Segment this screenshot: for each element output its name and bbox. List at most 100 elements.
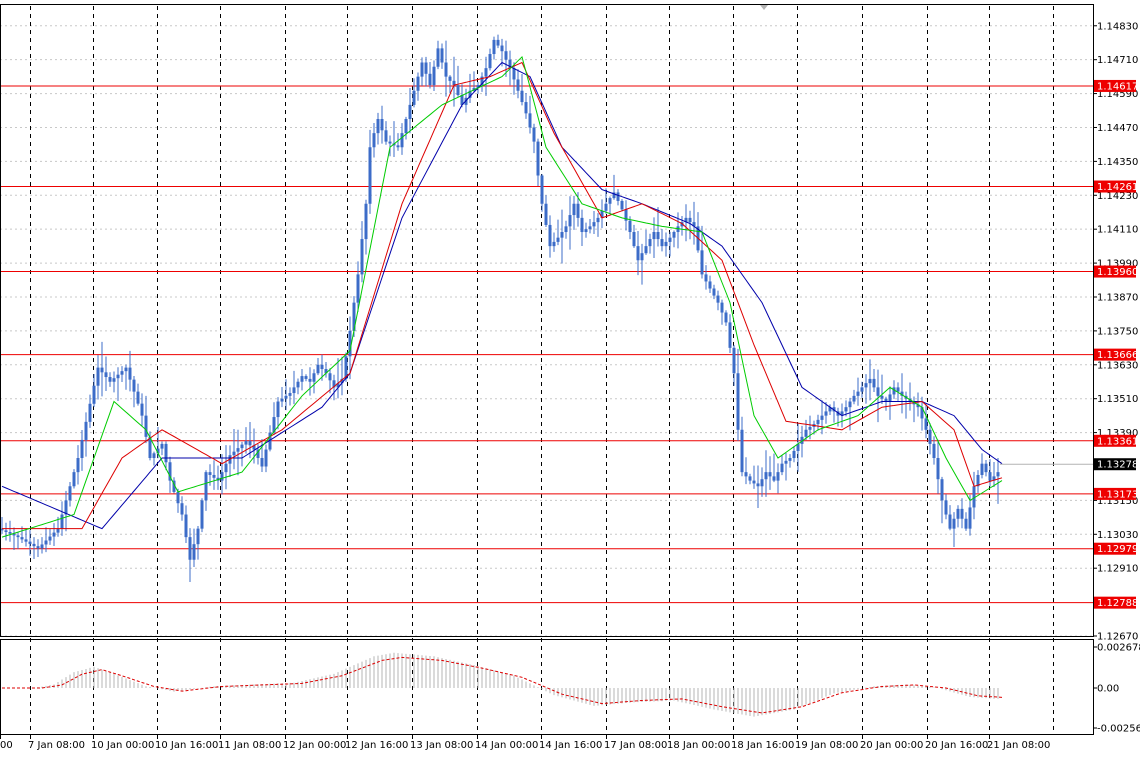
price-bar-body: [672, 232, 676, 238]
price-bar-body: [220, 472, 224, 481]
price-bar-body: [764, 472, 768, 480]
price-bar-body: [120, 371, 124, 375]
price-bar-body: [16, 535, 20, 538]
price-bar-body: [896, 387, 900, 392]
price-tick-label: 1.13030: [1097, 530, 1138, 541]
price-bar-body: [368, 147, 372, 204]
price-bar-body: [700, 250, 704, 275]
price-bar-body: [64, 500, 68, 515]
price-bar-body: [932, 443, 936, 459]
price-bar-body: [808, 426, 812, 430]
price-bar-body: [712, 288, 716, 296]
price-bar-body: [740, 429, 744, 473]
price-bar-body: [280, 398, 284, 402]
price-bar-body: [196, 528, 200, 545]
level-price-label: 1.14617: [1097, 81, 1138, 92]
price-bar-body: [284, 395, 288, 399]
price-bar-body: [940, 479, 944, 501]
price-bar-body: [860, 387, 864, 392]
time-tick-label: 14 Jan 16:00: [539, 740, 602, 751]
price-bar-body: [300, 376, 304, 382]
price-bar-body: [212, 474, 216, 478]
price-bar-body: [636, 246, 640, 261]
price-bar-body: [568, 215, 572, 227]
price-bar-body: [496, 39, 500, 46]
price-bar-body: [92, 385, 96, 404]
price-bar-body: [204, 472, 208, 501]
price-bar-body: [224, 463, 228, 473]
price-bar-body: [40, 544, 44, 549]
price-tick-label: 1.13750: [1097, 326, 1138, 337]
time-tick-label: 10 Jan 16:00: [155, 740, 218, 751]
price-bar-body: [988, 472, 992, 481]
price-bar-body: [152, 453, 156, 459]
time-tick-label: 17 Jan 08:00: [604, 740, 667, 751]
price-tick-label: 1.13630: [1097, 360, 1138, 371]
time-tick-label: 13 Jan 08:00: [410, 740, 473, 751]
oscillator-tick-label: 0.00: [1097, 684, 1119, 695]
price-bar-body: [236, 448, 240, 452]
price-bar-body: [32, 543, 36, 547]
price-bar-body: [20, 537, 24, 540]
price-bar-body: [456, 85, 460, 95]
price-bar-body: [276, 401, 280, 418]
price-bar-body: [996, 472, 1000, 477]
time-tick-label: 12 Jan 16:00: [345, 740, 408, 751]
price-bar-body: [980, 463, 984, 475]
price-bar-body: [708, 281, 712, 289]
price-bar-body: [760, 479, 764, 487]
level-price-label: 1.13666: [1097, 350, 1138, 361]
price-bar-body: [844, 407, 848, 412]
price-bar-body: [616, 192, 620, 201]
price-tick-label: 1.13870: [1097, 292, 1138, 303]
price-bar-body: [132, 379, 136, 392]
price-bar-body: [100, 367, 104, 373]
price-bar-body: [732, 347, 736, 374]
price-bar-body: [108, 377, 112, 382]
price-bar-body: [776, 472, 780, 481]
price-bar-body: [396, 145, 400, 148]
price-bar-body: [56, 528, 60, 533]
price-tick-label: 1.14710: [1097, 55, 1138, 66]
price-bar-body: [296, 381, 300, 388]
chart-canvas: 1.148301.147101.145901.144701.143501.142…: [0, 0, 1140, 757]
price-bar-body: [824, 411, 828, 416]
price-bar-body: [720, 302, 724, 313]
time-tick-label: 12 Jan 00:00: [283, 740, 346, 751]
time-tick-label: 11 Jan 08:00: [218, 740, 281, 751]
price-bar-body: [548, 224, 552, 247]
price-bar-body: [436, 48, 440, 67]
time-tick-label: 20 Jan 00:00: [860, 740, 923, 751]
price-bar-body: [388, 141, 392, 144]
time-tick-label: 19 Jan 08:00: [795, 740, 858, 751]
price-bar-body: [432, 66, 436, 86]
price-bar-body: [540, 175, 544, 204]
time-tick-label: 18 Jan 16:00: [731, 740, 794, 751]
price-bar-body: [180, 503, 184, 515]
price-tick-label: 1.14350: [1097, 157, 1138, 168]
price-bar-body: [68, 486, 72, 501]
price-bar-body: [400, 133, 404, 148]
price-tick-label: 1.14830: [1097, 21, 1138, 32]
price-bar-body: [128, 367, 132, 380]
price-bar-body: [724, 312, 728, 323]
price-bar-body: [520, 90, 524, 103]
price-bar-body: [880, 395, 884, 399]
price-bar-body: [952, 518, 956, 529]
price-bar-body: [772, 476, 776, 481]
price-bar-body: [104, 372, 108, 378]
price-bar-body: [964, 518, 968, 529]
price-bar-body: [736, 373, 740, 430]
price-bar-body: [516, 79, 520, 91]
price-bar-body: [960, 508, 964, 519]
price-bar-body: [484, 68, 488, 77]
price-bar-body: [564, 226, 568, 233]
price-bar-body: [116, 374, 120, 379]
price-tick-label: 1.12670: [1097, 632, 1138, 643]
price-bar-body: [448, 76, 452, 81]
price-bar-body: [640, 253, 644, 261]
price-bar-body: [704, 274, 708, 282]
price-bar-body: [232, 451, 236, 456]
price-bar-body: [80, 439, 84, 459]
price-bar-body: [48, 536, 52, 541]
